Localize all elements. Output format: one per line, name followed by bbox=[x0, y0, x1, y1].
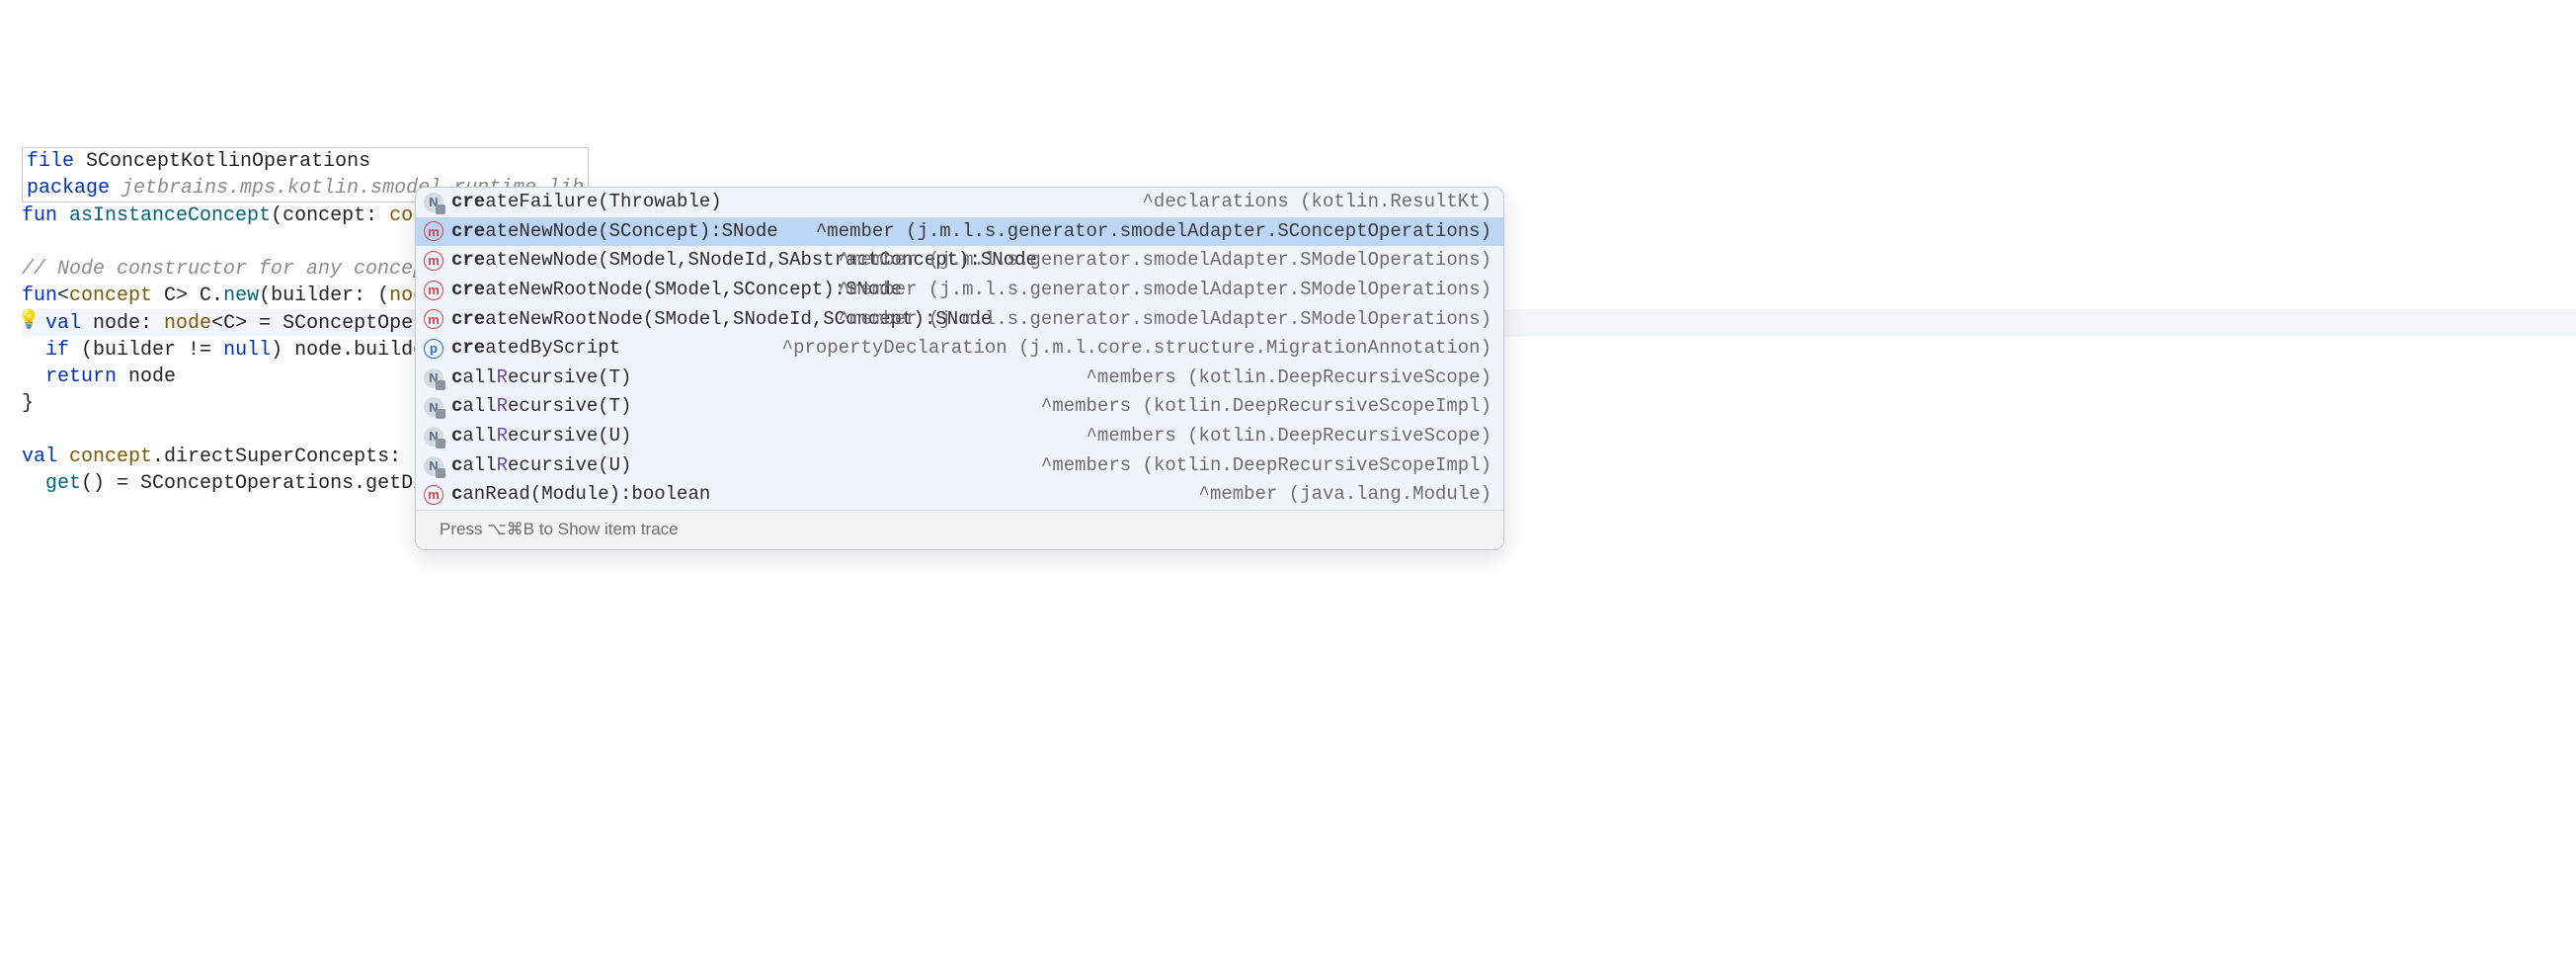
param-open: (concept: bbox=[271, 204, 389, 227]
completion-footer-hint: Press ⌥⌘B to Show item trace bbox=[416, 510, 1503, 549]
completion-kind-icon: N bbox=[424, 397, 443, 417]
completion-kind-icon: N bbox=[424, 427, 443, 447]
function-name: asInstanceConcept bbox=[69, 204, 271, 227]
completion-origin: ^member (j.m.l.s.generator.smodelAdapter… bbox=[839, 248, 1491, 274]
completion-origin: ^member (java.lang.Module) bbox=[1199, 482, 1491, 508]
completion-origin: ^member (j.m.l.s.generator.smodelAdapter… bbox=[816, 219, 1491, 245]
completion-label: callRecursive(T) bbox=[451, 366, 631, 391]
file-name: SConceptKotlinOperations bbox=[86, 150, 370, 173]
completion-item[interactable]: NcallRecursive(U) ^members (kotlin.DeepRe… bbox=[416, 422, 1503, 451]
completion-origin: ^members (kotlin.DeepRecursiveScopeImpl) bbox=[1041, 453, 1491, 479]
completion-label: callRecursive(U) bbox=[451, 453, 631, 479]
completion-item[interactable]: NcallRecursive(T) ^members (kotlin.DeepRe… bbox=[416, 392, 1503, 422]
completion-item[interactable]: mcreateNewRootNode(SModel,SNodeId,SConce… bbox=[416, 305, 1503, 335]
completion-origin: ^member (j.m.l.s.generator.smodelAdapter… bbox=[839, 307, 1491, 333]
completion-item[interactable]: p createdByScript ^propertyDeclaration (j.… bbox=[416, 334, 1503, 364]
completion-origin: ^member (j.m.l.s.generator.smodelAdapter… bbox=[839, 278, 1491, 303]
completion-item[interactable]: m createNewRootNode(SModel,SConcept):SNod… bbox=[416, 276, 1503, 305]
completion-origin: ^members (kotlin.DeepRecursiveScope) bbox=[1087, 366, 1491, 391]
completion-kind-icon: m bbox=[424, 281, 443, 300]
completion-item[interactable]: m createNewNode(SConcept):SNode ^member (j… bbox=[416, 217, 1503, 247]
fun-keyword: fun bbox=[22, 285, 57, 307]
completion-kind-icon: m bbox=[424, 309, 443, 329]
completion-kind-icon: N bbox=[424, 456, 443, 476]
fun-keyword: fun bbox=[22, 204, 57, 227]
completion-origin: ^members (kotlin.DeepRecursiveScopeImpl) bbox=[1041, 394, 1491, 420]
completion-label: createNewRootNode(SModel,SConcept):SNode bbox=[451, 278, 902, 303]
completion-item[interactable]: NcallRecursive(U) ^members (kotlin.DeepRe… bbox=[416, 451, 1503, 481]
completion-origin: ^declarations (kotlin.ResultKt) bbox=[1143, 190, 1491, 215]
completion-label: createFailure(Throwable) bbox=[451, 190, 722, 215]
package-keyword: package bbox=[27, 177, 110, 200]
completion-kind-icon: m bbox=[424, 485, 443, 505]
completion-kind-icon: m bbox=[424, 221, 443, 241]
completion-origin: ^members (kotlin.DeepRecursiveScope) bbox=[1087, 424, 1491, 449]
completion-origin: ^propertyDeclaration (j.m.l.core.structu… bbox=[782, 336, 1491, 362]
completion-label: createdByScript bbox=[451, 336, 620, 362]
completion-label: createNewNode(SConcept):SNode bbox=[451, 219, 778, 245]
completion-kind-icon: N bbox=[424, 193, 443, 212]
completion-kind-icon: N bbox=[424, 368, 443, 388]
completion-label: callRecursive(U) bbox=[451, 424, 631, 449]
completion-item[interactable]: m canRead(Module):boolean ^member (java.la… bbox=[416, 480, 1503, 510]
completion-kind-icon: m bbox=[424, 251, 443, 271]
completion-label: callRecursive(T) bbox=[451, 394, 631, 420]
completion-item[interactable]: NcallRecursive(T) ^members (kotlin.DeepRe… bbox=[416, 364, 1503, 393]
file-keyword: file bbox=[27, 150, 74, 173]
completion-popup[interactable]: NcreateFailure(Throwable) ^declarations (… bbox=[415, 187, 1504, 550]
completion-item[interactable]: mcreateNewNode(SModel,SNodeId,SAbstractC… bbox=[416, 246, 1503, 276]
comment: // Node constructor for any concept bbox=[22, 258, 437, 281]
completion-kind-icon: p bbox=[424, 339, 443, 359]
intention-bulb-icon[interactable]: 💡 bbox=[18, 309, 40, 333]
completion-item[interactable]: NcreateFailure(Throwable) ^declarations (… bbox=[416, 188, 1503, 217]
function-name: new bbox=[223, 285, 259, 307]
completion-label: canRead(Module):boolean bbox=[451, 482, 710, 508]
